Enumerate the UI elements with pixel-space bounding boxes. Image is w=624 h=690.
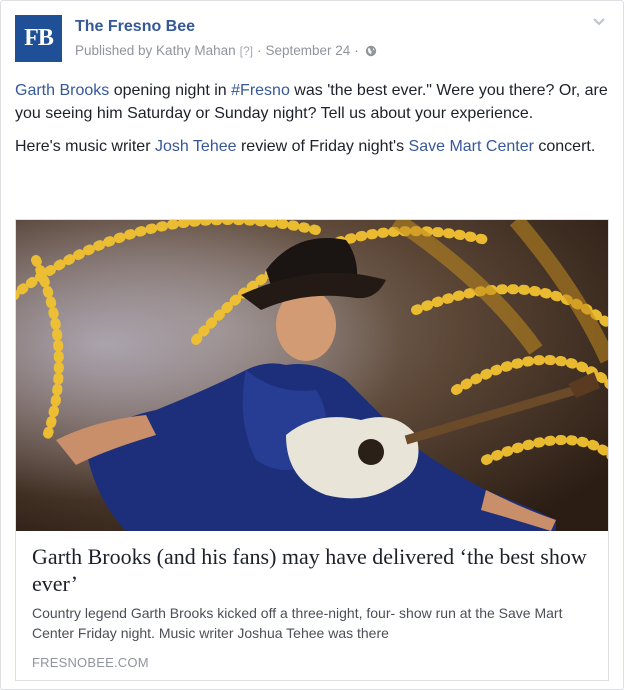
attachment-domain: FRESNOBEE.COM bbox=[32, 655, 149, 670]
post-message: Garth Brooks opening night in #Fresno wa… bbox=[15, 79, 610, 168]
logo-text: FB bbox=[24, 25, 54, 51]
message-paragraph-1: Garth Brooks opening night in #Fresno wa… bbox=[15, 79, 610, 125]
help-marker[interactable]: [?] bbox=[240, 44, 253, 58]
attachment-title[interactable]: Garth Brooks (and his fans) may have del… bbox=[32, 543, 602, 597]
attachment-description: Country legend Garth Brooks kicked off a… bbox=[32, 605, 563, 641]
globe-icon[interactable] bbox=[365, 45, 377, 57]
page-name-link[interactable]: The Fresno Bee bbox=[75, 18, 195, 36]
chevron-down-icon[interactable] bbox=[592, 17, 606, 27]
attachment-body[interactable]: Garth Brooks (and his fans) may have del… bbox=[16, 531, 608, 680]
link-attachment[interactable]: Garth Brooks (and his fans) may have del… bbox=[15, 219, 609, 681]
post-header: FB The Fresno Bee Published by Kathy Mah… bbox=[15, 15, 610, 63]
published-by[interactable]: Published by Kathy Mahan bbox=[75, 43, 236, 58]
message-text: concert. bbox=[533, 138, 596, 155]
message-paragraph-2: Here's music writer Josh Tehee review of… bbox=[15, 135, 610, 158]
mention-save-mart-center[interactable]: Save Mart Center bbox=[409, 138, 534, 155]
concert-photo bbox=[16, 220, 608, 531]
attachment-image[interactable] bbox=[16, 220, 608, 531]
meta-separator-2: · bbox=[354, 43, 359, 58]
post-date[interactable]: September 24 bbox=[265, 43, 350, 58]
mention-josh-tehee[interactable]: Josh Tehee bbox=[155, 138, 237, 155]
message-text: opening night in bbox=[109, 82, 232, 99]
message-text: Here's music writer bbox=[15, 138, 155, 155]
post-card: FB The Fresno Bee Published by Kathy Mah… bbox=[0, 0, 624, 690]
meta-separator: · bbox=[256, 43, 262, 58]
hashtag-fresno[interactable]: #Fresno bbox=[231, 82, 290, 99]
page-avatar[interactable]: FB bbox=[15, 15, 62, 62]
mention-garth-brooks[interactable]: Garth Brooks bbox=[15, 82, 109, 99]
post-meta: Published by Kathy Mahan [?] · September… bbox=[75, 43, 377, 58]
message-text: review of Friday night's bbox=[236, 138, 409, 155]
